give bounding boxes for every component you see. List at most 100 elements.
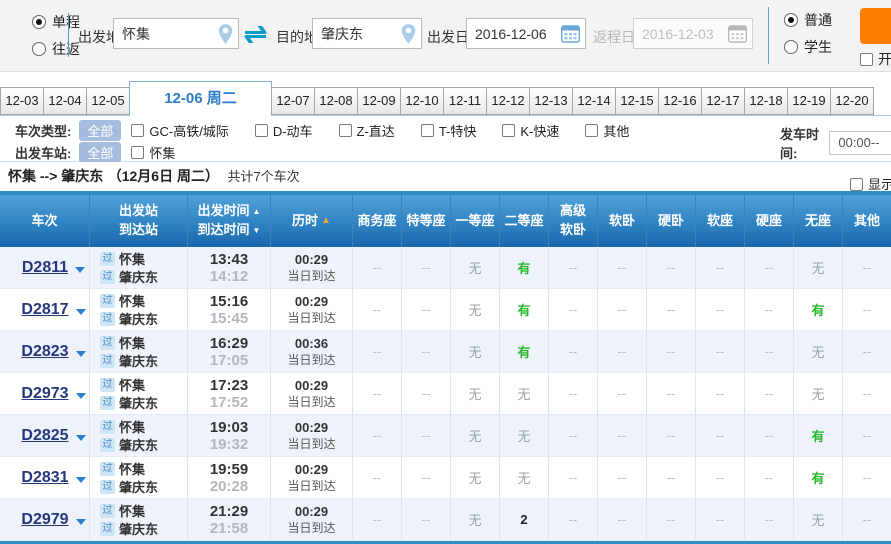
summary-count: 共计7个车次 bbox=[227, 169, 300, 184]
date-tab-12-10[interactable]: 12-10 bbox=[400, 87, 444, 115]
expand-caret-icon[interactable] bbox=[75, 476, 86, 483]
radio-icon bbox=[32, 42, 46, 56]
seat-cell[interactable]: 有 bbox=[500, 331, 549, 372]
filter-checkbox[interactable]: D-动车 bbox=[254, 121, 313, 140]
expand-caret-icon[interactable] bbox=[75, 518, 86, 525]
pass-station-icon: 过 bbox=[100, 353, 115, 368]
date-tab-12-12[interactable]: 12-12 bbox=[486, 87, 530, 115]
filter-checkbox[interactable]: Z-直达 bbox=[338, 121, 395, 140]
date-tab-12-11[interactable]: 12-11 bbox=[443, 87, 487, 115]
seat-cell[interactable]: 2 bbox=[500, 499, 549, 540]
seat-cell: -- bbox=[647, 373, 696, 414]
depart-date-input[interactable]: 2016-12-06 bbox=[466, 18, 586, 49]
filter-checkbox[interactable]: 其他 bbox=[585, 121, 629, 140]
col-header-train[interactable]: 车次 bbox=[0, 195, 90, 247]
train-number-link[interactable]: D2825 bbox=[21, 427, 68, 445]
radio-student[interactable]: 学生 bbox=[784, 37, 832, 57]
expand-caret-icon[interactable] bbox=[75, 308, 86, 315]
arrive-station: 肇庆东 bbox=[119, 396, 159, 411]
seat-cell: -- bbox=[745, 499, 794, 540]
seat-cell[interactable]: 有 bbox=[500, 247, 549, 288]
pass-station-icon: 过 bbox=[100, 395, 115, 410]
date-tab-12-17[interactable]: 12-17 bbox=[701, 87, 745, 115]
seat-cell: -- bbox=[745, 415, 794, 456]
sort-active-icon[interactable]: ▲ bbox=[321, 214, 331, 229]
col-header-duration-sort[interactable]: 历时 ▲ bbox=[271, 195, 353, 247]
show-checkbox[interactable]: 显示 bbox=[850, 170, 891, 199]
date-tab-12-15[interactable]: 12-15 bbox=[615, 87, 659, 115]
pass-station-icon: 过 bbox=[100, 437, 115, 452]
radio-selected-icon bbox=[32, 15, 46, 29]
train-number-link[interactable]: D2823 bbox=[21, 343, 68, 361]
seat-cell: -- bbox=[745, 289, 794, 330]
query-button[interactable] bbox=[860, 8, 891, 44]
seat-cell[interactable]: 有 bbox=[794, 289, 843, 330]
to-input[interactable]: 肇庆东 bbox=[312, 18, 422, 49]
seat-cell: -- bbox=[862, 302, 872, 317]
arrive-time: 17:52 bbox=[209, 393, 249, 411]
train-number-link[interactable]: D2973 bbox=[21, 385, 68, 403]
date-tab-12-03[interactable]: 12-03 bbox=[0, 87, 44, 115]
filter-checkbox[interactable]: K-快速 bbox=[502, 121, 559, 140]
seat-cell[interactable]: 有 bbox=[794, 457, 843, 498]
sort-desc-icon[interactable]: ▼ bbox=[253, 225, 261, 237]
col-header-time-sort[interactable]: 出发时间 ▲ 到达时间 ▼ bbox=[188, 195, 271, 247]
date-tab-12-06[interactable]: 12-06 周二 bbox=[129, 81, 272, 116]
seat-cell: -- bbox=[549, 373, 598, 414]
duration: 00:29 bbox=[294, 377, 329, 393]
train-number-link[interactable]: D2817 bbox=[21, 301, 68, 319]
filter-checkbox[interactable]: GC-高铁/城际 bbox=[131, 121, 229, 140]
expand-caret-icon[interactable] bbox=[75, 434, 86, 441]
radio-normal[interactable]: 普通 bbox=[784, 10, 832, 30]
date-tab-12-19[interactable]: 12-19 bbox=[787, 87, 831, 115]
expand-caret-icon[interactable] bbox=[75, 266, 86, 273]
from-input[interactable]: 怀集 bbox=[113, 18, 239, 49]
swap-stations-icon[interactable] bbox=[242, 24, 269, 50]
seat-cell: -- bbox=[353, 289, 402, 330]
date-tab-12-20[interactable]: 12-20 bbox=[830, 87, 874, 115]
arrive-station: 肇庆东 bbox=[119, 270, 159, 285]
seat-cell: -- bbox=[549, 331, 598, 372]
date-tab-12-08[interactable]: 12-08 bbox=[314, 87, 358, 115]
seat-cell[interactable]: 有 bbox=[500, 289, 549, 330]
arrive-note: 当日到达 bbox=[287, 436, 336, 451]
train-number-link[interactable]: D2831 bbox=[21, 469, 68, 487]
depart-time-filter: 发车时间: 00:00-- bbox=[780, 124, 891, 162]
arrive-station: 肇庆东 bbox=[119, 522, 159, 537]
arrive-time: 14:12 bbox=[209, 267, 249, 285]
seat-cell: -- bbox=[745, 457, 794, 498]
train-row: D2817 过 怀集 过 肇庆东 15:16 15:45 00:29 当日到达 … bbox=[0, 289, 891, 331]
date-tab-12-09[interactable]: 12-09 bbox=[357, 87, 401, 115]
filter-checkbox[interactable]: T-特快 bbox=[420, 121, 476, 140]
date-tab-12-14[interactable]: 12-14 bbox=[572, 87, 616, 115]
radio-one-way[interactable]: 单程 bbox=[32, 12, 80, 32]
train-number-link[interactable]: D2811 bbox=[22, 259, 68, 277]
date-tab-12-07[interactable]: 12-07 bbox=[271, 87, 315, 115]
date-tab-12-18[interactable]: 12-18 bbox=[744, 87, 788, 115]
station-all-badge[interactable]: 全部 bbox=[79, 141, 122, 163]
date-tab-12-04[interactable]: 12-04 bbox=[43, 87, 87, 115]
train-type-all-badge[interactable]: 全部 bbox=[79, 119, 122, 141]
seat-cell: -- bbox=[598, 373, 647, 414]
radio-round-trip[interactable]: 往返 bbox=[32, 39, 80, 59]
depart-station: 怀集 bbox=[119, 420, 146, 435]
checkbox-label: GC-高铁/城际 bbox=[149, 123, 229, 139]
checkbox-icon bbox=[850, 178, 863, 191]
date-tab-12-16[interactable]: 12-16 bbox=[658, 87, 702, 115]
depart-time-select[interactable]: 00:00-- bbox=[829, 131, 891, 155]
date-tab-12-05[interactable]: 12-05 bbox=[86, 87, 130, 115]
depart-station: 怀集 bbox=[119, 336, 146, 351]
filter-panel: 车次类型: 全部 GC-高铁/城际 D-动车 Z-直达 T-特快 K-快速 其他 发车时间… bbox=[0, 116, 891, 163]
filter-checkbox[interactable]: 怀集 bbox=[131, 143, 175, 162]
date-tab-12-13[interactable]: 12-13 bbox=[529, 87, 573, 115]
seat-cell: 无 bbox=[451, 331, 500, 372]
seat-cell: -- bbox=[647, 499, 696, 540]
sort-asc-icon[interactable]: ▲ bbox=[253, 206, 261, 218]
open-checkbox[interactable]: 开 bbox=[860, 49, 891, 69]
expand-caret-icon[interactable] bbox=[75, 392, 86, 399]
expand-caret-icon[interactable] bbox=[75, 350, 86, 357]
seat-cell[interactable]: 有 bbox=[794, 415, 843, 456]
col-header-seat-5: 软卧 bbox=[598, 195, 647, 247]
seat-cell: 无 bbox=[451, 415, 500, 456]
train-number-link[interactable]: D2979 bbox=[21, 511, 68, 529]
